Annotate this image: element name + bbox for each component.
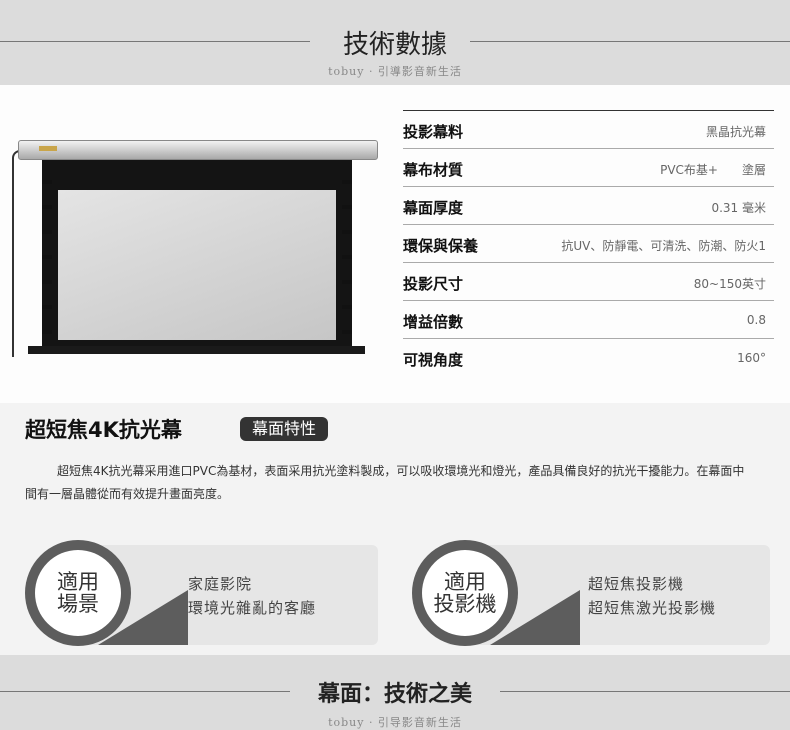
- tension-tab: [342, 330, 352, 334]
- scene-text: 家庭影院 環境光雜亂的客廳: [188, 572, 316, 620]
- spec-row: 投影幕料 黑晶抗光幕: [403, 110, 774, 148]
- spec-row: 環保與保養 抗UV、防靜電、可清洗、防潮、防火1: [403, 224, 774, 262]
- spec-value: 黑晶抗光幕: [705, 125, 766, 139]
- scene-badge-line2: 場景: [57, 592, 99, 616]
- projector-line1: 超短焦投影機: [588, 575, 685, 593]
- brand-logo: [39, 146, 57, 151]
- screen-surface: [58, 190, 336, 340]
- header-title: 技術數據: [342, 30, 447, 60]
- tension-tab: [42, 280, 52, 284]
- spec-value: 80~150英寸: [693, 277, 766, 291]
- header-band: 技術數據 tobuy · 引導影音新生活: [0, 0, 790, 85]
- screen-housing: [18, 140, 378, 160]
- power-cable: [12, 150, 24, 357]
- footer-title: 幕面：技術之美: [317, 681, 472, 707]
- spec-label: 可視角度: [403, 351, 464, 369]
- tension-tab: [42, 230, 52, 234]
- spec-value: 抗UV、防靜電、可清洗、防潮、防火1: [561, 239, 766, 253]
- spec-value: 0.8: [746, 313, 766, 327]
- tension-tab: [342, 280, 352, 284]
- spec-label: 幕布材質: [403, 161, 464, 179]
- scene-badge: 適用 場景: [35, 550, 121, 636]
- tension-tab: [42, 180, 52, 184]
- spec-label: 投影尺寸: [403, 275, 464, 293]
- spec-row: 幕面厚度 0.31 毫米: [403, 186, 774, 224]
- spec-row: 增益倍數 0.8: [403, 300, 774, 338]
- spec-value: 160°: [737, 351, 766, 365]
- projector-badge-circle: 適用 投影機: [412, 540, 518, 646]
- projector-badge: 適用 投影機: [422, 550, 508, 636]
- tension-tab: [42, 205, 52, 209]
- spec-value: 0.31 毫米: [711, 201, 766, 215]
- spec-label: 增益倍數: [403, 313, 464, 331]
- feature-badge: 幕面特性: [240, 417, 329, 441]
- scene-line1: 家庭影院: [188, 575, 253, 593]
- scene-badge-circle: 適用 場景: [25, 540, 131, 646]
- spec-row: 投影尺寸 80~150英寸: [403, 262, 774, 300]
- feature-title: 超短焦4K抗光幕: [25, 418, 182, 442]
- projector-badge-line2: 投影機: [433, 592, 497, 616]
- spec-label: 投影幕料: [403, 123, 464, 141]
- tension-tab: [342, 205, 352, 209]
- spec-table: 投影幕料 黑晶抗光幕 幕布材質 PVC布基+ 塗層 幕面厚度 0.31 毫米 環…: [403, 110, 774, 376]
- spec-label: 環保與保養: [403, 237, 479, 255]
- tension-tab: [342, 305, 352, 309]
- tension-tab: [342, 230, 352, 234]
- tension-tab: [42, 305, 52, 309]
- screen-bottom-bar: [28, 346, 365, 354]
- spec-label: 幕面厚度: [403, 199, 464, 217]
- header-subtitle: tobuy · 引導影音新生活: [328, 65, 462, 78]
- feature-description: 超短焦4K抗光幕采用進口PVC為基材，表面采用抗光塗料製成，可以吸收環境光和燈光…: [25, 464, 745, 501]
- scene-badge-line1: 適用: [57, 570, 99, 594]
- tension-tab: [42, 255, 52, 259]
- footer-band: 幕面：技術之美 tobuy · 引导影音新生活: [0, 655, 790, 730]
- tension-tab: [42, 330, 52, 334]
- projector-text: 超短焦投影機 超短焦激光投影機: [588, 572, 716, 620]
- projector-line2: 超短焦激光投影機: [588, 599, 717, 617]
- tension-tab: [342, 255, 352, 259]
- tension-tab: [342, 180, 352, 184]
- scene-line2: 環境光雜亂的客廳: [188, 599, 317, 617]
- spec-value: PVC布基+ 塗層: [660, 163, 766, 177]
- spec-row: 幕布材質 PVC布基+ 塗層: [403, 148, 774, 186]
- footer-subtitle: tobuy · 引导影音新生活: [328, 716, 462, 729]
- projector-badge-line1: 適用: [444, 570, 486, 594]
- spec-row: 可視角度 160°: [403, 338, 774, 376]
